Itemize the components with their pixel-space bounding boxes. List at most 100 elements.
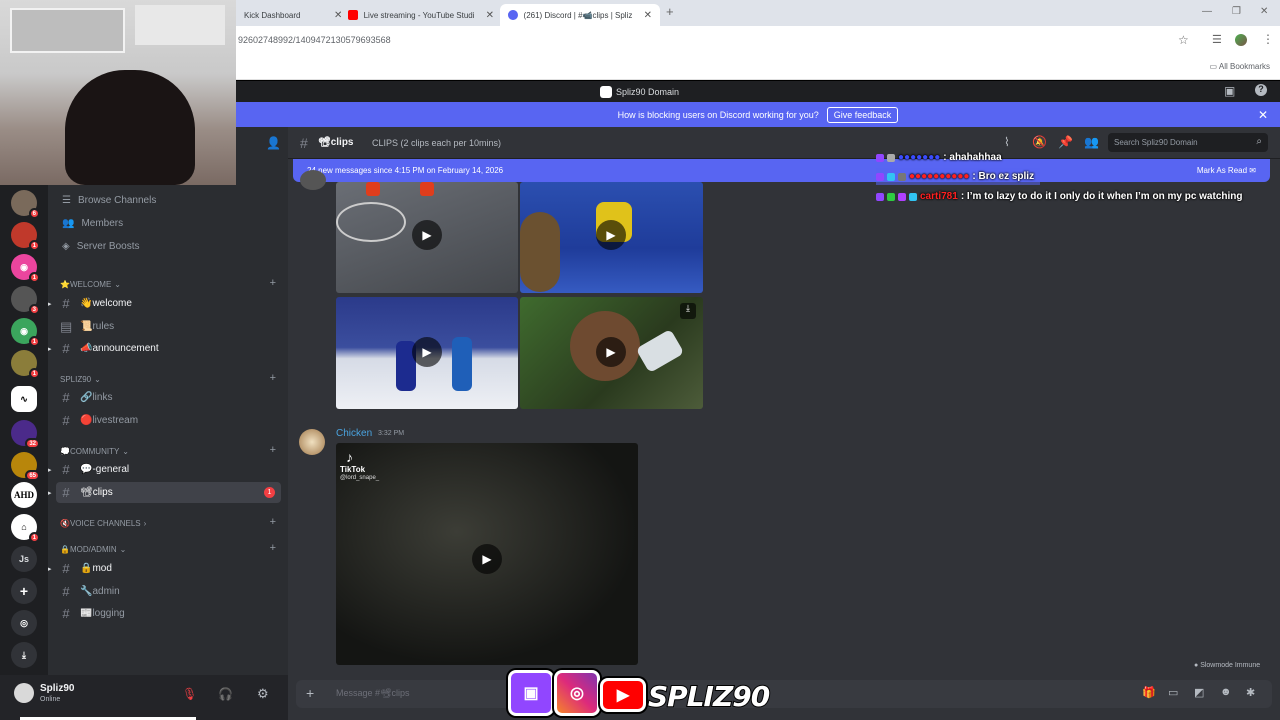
tab-youtube-studio[interactable]: Live streaming - YouTube Studio ✕: [340, 4, 502, 26]
discord-server-icon[interactable]: ◉ 1: [11, 254, 40, 283]
new-tab-icon[interactable]: +: [666, 4, 674, 19]
inbox-icon[interactable]: ▣: [1224, 84, 1235, 98]
add-channel-icon[interactable]: +: [270, 516, 276, 528]
play-icon[interactable]: ▶: [472, 544, 502, 574]
close-icon[interactable]: ✕: [1258, 108, 1268, 122]
video-thumbnail[interactable]: ⤓ ▶: [520, 297, 703, 409]
add-channel-icon[interactable]: +: [270, 542, 276, 554]
unread-indicator: ▸: [48, 345, 52, 353]
play-icon[interactable]: ▶: [412, 220, 442, 250]
chevron-down-icon: ⌄: [122, 447, 129, 456]
channel-livestream[interactable]: # 🔴livestream: [56, 410, 281, 431]
tab-discord[interactable]: (261) Discord | #📹clips | Spliz9 ✕: [500, 4, 660, 26]
notice-text: How is blocking users on Discord working…: [617, 109, 819, 120]
give-feedback-button[interactable]: Give feedback: [826, 106, 899, 123]
gift-icon[interactable]: 🎁: [1142, 686, 1156, 699]
add-channel-icon[interactable]: +: [270, 277, 276, 289]
tab-kick-dashboard[interactable]: Kick Dashboard ✕: [236, 4, 346, 26]
hash-icon: #: [62, 485, 70, 500]
add-channel-icon[interactable]: +: [270, 372, 276, 384]
avatar[interactable]: [14, 683, 34, 703]
explore-icon[interactable]: ◎: [11, 610, 37, 636]
emoji-icon[interactable]: ☻: [1220, 686, 1232, 698]
channel-label: 📜rules: [80, 321, 115, 332]
sticker-icon[interactable]: ◩: [1194, 686, 1204, 699]
channel-clips[interactable]: ▸ # 📽clips 1: [48, 482, 281, 503]
message-input[interactable]: + Message #📽clips 🎁 ▭ ◩ ☻ ✱: [296, 680, 1272, 708]
server-icon[interactable]: 6: [11, 190, 40, 219]
download-icon[interactable]: ⤓: [11, 642, 37, 668]
window-close-icon[interactable]: ✕: [1260, 6, 1268, 17]
close-icon[interactable]: ✕: [486, 10, 494, 21]
add-server-icon[interactable]: +: [11, 578, 37, 604]
server-icon[interactable]: ⌂ 1: [11, 514, 40, 543]
channel-mod[interactable]: ▸ # 🔒mod: [48, 558, 281, 579]
server-icon: [600, 86, 612, 98]
hash-icon: #: [62, 462, 70, 477]
tab-title: Live streaming - YouTube Studio: [363, 10, 474, 20]
message-author[interactable]: Chicken: [336, 428, 372, 439]
server-icon[interactable]: Js: [11, 546, 37, 572]
address-bar[interactable]: 92602748992/1409472130579693568 ☆ ☰ ⋮: [236, 26, 1280, 54]
members-link[interactable]: 👥 Members: [62, 218, 123, 229]
channel-welcome[interactable]: ▸ # 👋welcome: [48, 293, 281, 314]
category-welcome[interactable]: ⭐WELCOME ⌄: [60, 280, 121, 289]
server-icon[interactable]: 65: [11, 452, 40, 481]
channel-admin[interactable]: # 🔧admin: [56, 581, 281, 602]
channel-announcement[interactable]: ▸ # 📣announcement: [48, 338, 281, 359]
video-thumbnail[interactable]: ▶: [336, 297, 518, 409]
category-voice[interactable]: 🔇Voice Channels ›: [60, 519, 146, 528]
server-icon[interactable]: ∿: [11, 386, 37, 412]
url-text[interactable]: 92602748992/1409472130579693568: [238, 35, 391, 45]
server-icon[interactable]: 1: [11, 350, 40, 379]
member-list-icon[interactable]: 👥: [1084, 135, 1099, 149]
category-spliz90[interactable]: SPLIZ90 ⌄: [60, 375, 101, 384]
apps-icon[interactable]: ✱: [1246, 686, 1255, 699]
server-icon[interactable]: ◉ 1: [11, 318, 40, 347]
server-icon[interactable]: 1: [11, 222, 40, 251]
video-thumbnail[interactable]: ▶: [336, 182, 518, 293]
gif-icon[interactable]: ▭: [1168, 686, 1178, 699]
server-icon[interactable]: 32: [11, 420, 40, 449]
sub-badge-icon: [898, 172, 906, 181]
server-icon[interactable]: 3: [11, 286, 40, 315]
category-mod-admin[interactable]: 🔒MOD/ADMIN ⌄: [60, 545, 126, 554]
add-attachment-icon[interactable]: +: [306, 685, 314, 701]
kebab-menu-icon[interactable]: ⋮: [1262, 32, 1274, 46]
profile-avatar[interactable]: [1235, 34, 1247, 46]
bookmark-star-icon[interactable]: ☆: [1178, 33, 1189, 47]
minimize-icon[interactable]: —: [1202, 6, 1212, 17]
play-icon[interactable]: ▶: [412, 337, 442, 367]
play-icon[interactable]: ▶: [596, 337, 626, 367]
download-icon[interactable]: ⤓: [680, 303, 696, 319]
browse-channels-link[interactable]: ☰ Browse Channels: [62, 195, 156, 206]
tiktok-video[interactable]: ♪ TikTok @lord_snape_ ▶: [336, 443, 638, 665]
help-icon[interactable]: ?: [1255, 84, 1267, 96]
add-channel-icon[interactable]: +: [270, 444, 276, 456]
category-community[interactable]: 💭COMMUNITY ⌄: [60, 447, 129, 456]
play-icon[interactable]: ▶: [596, 220, 626, 250]
avatar[interactable]: [299, 429, 325, 455]
mute-mic-icon[interactable]: 🎙: [182, 687, 197, 701]
channel-links[interactable]: # 🔗links: [56, 387, 281, 408]
hash-icon: #: [300, 135, 308, 151]
media-controls-icon[interactable]: ☰: [1212, 33, 1222, 46]
video-thumbnail[interactable]: ▶: [520, 182, 703, 293]
server-boosts-link[interactable]: ◈ Server Boosts: [62, 241, 140, 252]
channel-topic[interactable]: CLIPS (2 clips each per 10mins): [372, 138, 501, 148]
restore-icon[interactable]: ❐: [1232, 6, 1241, 17]
channel-brand-text: SPLIZ90: [647, 679, 771, 714]
channel-logging[interactable]: # 📰logging: [56, 603, 281, 624]
notification-bell-icon[interactable]: 🔕: [1032, 135, 1047, 149]
channel-rules[interactable]: ▤ 📜rules: [56, 316, 281, 337]
pin-icon[interactable]: 📌: [1058, 135, 1073, 149]
server-icon[interactable]: AHD: [11, 482, 37, 508]
headphones-icon[interactable]: 🎧: [218, 687, 233, 701]
close-icon[interactable]: ✕: [644, 10, 652, 21]
invite-icon[interactable]: 👤: [266, 136, 281, 150]
channel-label: 📣announcement: [80, 343, 159, 354]
threads-icon[interactable]: ⌇: [1004, 135, 1010, 149]
channel-general[interactable]: ▸ # 💬-general: [48, 459, 281, 480]
gear-icon[interactable]: ⚙: [257, 686, 269, 702]
all-bookmarks-link[interactable]: ▭ All Bookmarks: [1210, 62, 1270, 71]
